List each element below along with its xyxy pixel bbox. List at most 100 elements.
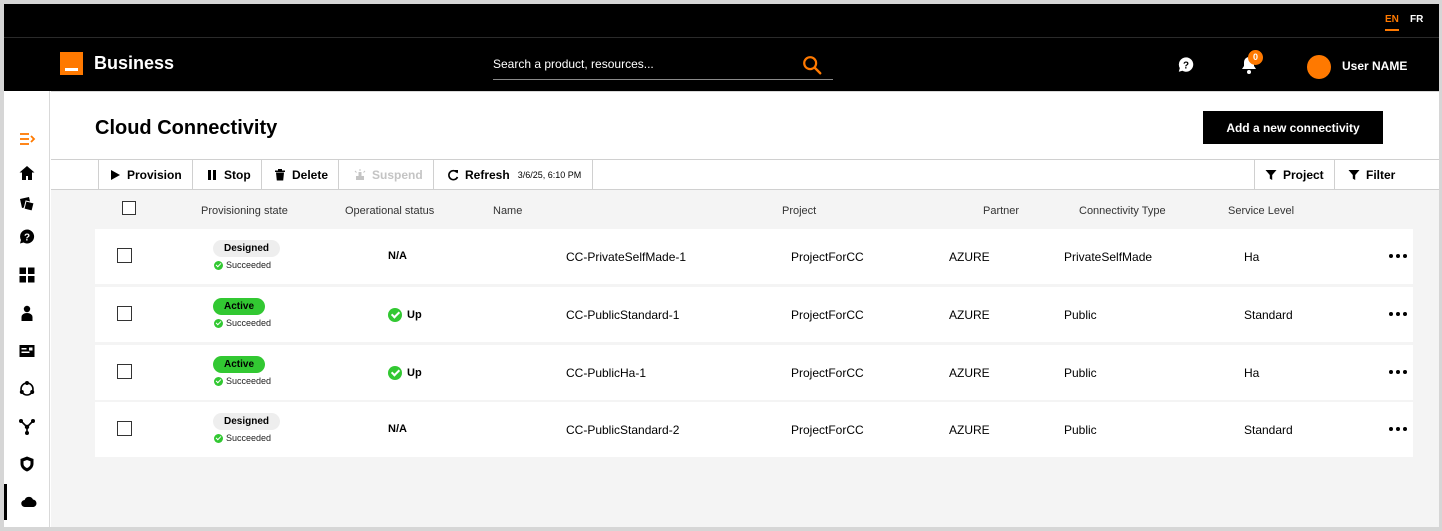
avatar[interactable] xyxy=(1307,55,1331,79)
row-checkbox[interactable] xyxy=(117,364,132,379)
column-header-service-level[interactable]: Service Level xyxy=(1228,205,1294,217)
refresh-button[interactable]: Refresh 3/6/25, 6:10 PM xyxy=(437,160,593,190)
row-actions-menu-button[interactable] xyxy=(1387,420,1409,438)
language-bar: EN FR xyxy=(4,4,1439,38)
sub-state-label: Succeeded xyxy=(226,260,272,270)
table-row[interactable]: Active Succeeded Up CC-PublicStandard-1 … xyxy=(95,287,1413,342)
more-dots-icon xyxy=(1396,427,1400,431)
sidebar-item-user[interactable] xyxy=(4,295,50,331)
row-checkbox[interactable] xyxy=(117,421,132,436)
name-cell[interactable]: CC-PublicHa-1 xyxy=(566,366,646,380)
connectivity-type-cell: Public xyxy=(1064,308,1097,322)
row-actions-menu-button[interactable] xyxy=(1387,305,1409,323)
provisioning-state-badge: Designed xyxy=(213,240,281,257)
help-icon: ? xyxy=(20,229,35,244)
shield-icon xyxy=(20,456,34,472)
name-cell[interactable]: CC-PublicStandard-1 xyxy=(566,308,679,322)
row-checkbox[interactable] xyxy=(117,306,132,321)
table-row[interactable]: Active Succeeded Up CC-PublicHa-1 Projec… xyxy=(95,345,1413,400)
check-circle-icon xyxy=(388,366,402,380)
column-header-project[interactable]: Project xyxy=(782,205,816,217)
more-dots-icon xyxy=(1389,312,1393,316)
sidebar-item-cloud[interactable] xyxy=(4,484,50,520)
tickets-icon xyxy=(20,197,35,212)
table-row[interactable]: Designed Succeeded N/A CC-PrivateSelfMad… xyxy=(95,229,1413,284)
search-icon[interactable] xyxy=(801,54,823,76)
provisioning-state-badge: Active xyxy=(213,356,266,373)
provisioning-sub-state: Succeeded xyxy=(214,376,271,386)
stop-label: Stop xyxy=(224,168,251,182)
filter-button[interactable]: Filter xyxy=(1338,160,1405,190)
sidebar-item-tickets[interactable] xyxy=(4,186,50,222)
dashboard-icon xyxy=(19,267,35,283)
column-header-partner[interactable]: Partner xyxy=(983,205,1019,217)
check-circle-icon xyxy=(388,308,402,322)
project-filter-button[interactable]: Project xyxy=(1254,160,1335,190)
name-cell[interactable]: CC-PublicStandard-2 xyxy=(566,423,679,437)
sidebar-item-dashboard[interactable] xyxy=(4,257,50,293)
more-dots-icon xyxy=(1389,370,1393,374)
provisioning-sub-state: Succeeded xyxy=(214,318,271,328)
operational-status: Up xyxy=(388,366,422,380)
more-dots-icon xyxy=(1389,427,1393,431)
actions-toolbar: Provision Stop Delete Suspend Refresh 3/… xyxy=(51,159,1439,190)
column-header-provisioning-state[interactable]: Provisioning state xyxy=(201,205,288,217)
operational-status-label: N/A xyxy=(388,423,407,435)
name-cell[interactable]: CC-PrivateSelfMade-1 xyxy=(566,250,686,264)
sidebar-item-security[interactable] xyxy=(4,446,50,482)
play-icon xyxy=(111,170,120,180)
language-en-link[interactable]: EN xyxy=(1385,14,1399,31)
filter-label: Filter xyxy=(1366,168,1396,182)
provisioning-state-badge: Active xyxy=(213,298,266,315)
language-fr-link[interactable]: FR xyxy=(1410,14,1423,25)
svg-text:?: ? xyxy=(24,233,30,244)
delete-button[interactable]: Delete xyxy=(264,160,340,190)
operational-status: N/A xyxy=(388,423,407,435)
refresh-timestamp: 3/6/25, 6:10 PM xyxy=(517,170,582,180)
orange-logo-icon[interactable] xyxy=(60,52,83,75)
more-dots-icon xyxy=(1389,254,1393,258)
refresh-label: Refresh xyxy=(465,168,510,182)
pause-icon xyxy=(208,170,216,180)
row-checkbox[interactable] xyxy=(117,248,132,263)
partner-cell: AZURE xyxy=(949,308,990,322)
brand-name[interactable]: Business xyxy=(94,53,174,74)
more-dots-icon xyxy=(1403,312,1407,316)
help-chat-icon[interactable]: ? xyxy=(1177,56,1195,74)
row-actions-menu-button[interactable] xyxy=(1387,247,1409,265)
project-filter-label: Project xyxy=(1283,168,1324,182)
connectivity-type-cell: Public xyxy=(1064,366,1097,380)
select-all-checkbox[interactable] xyxy=(122,201,136,215)
row-actions-menu-button[interactable] xyxy=(1387,363,1409,381)
column-header-connectivity-type[interactable]: Connectivity Type xyxy=(1079,205,1166,217)
project-cell: ProjectForCC xyxy=(791,366,864,380)
search-input[interactable] xyxy=(493,54,783,74)
table-row[interactable]: Designed Succeeded N/A CC-PublicStandard… xyxy=(95,402,1413,457)
service-level-cell: Standard xyxy=(1244,423,1293,437)
network-icon xyxy=(19,381,35,396)
column-header-operational-status[interactable]: Operational status xyxy=(345,205,434,217)
provision-button[interactable]: Provision xyxy=(99,160,193,190)
sidebar-item-help[interactable]: ? xyxy=(4,219,50,255)
service-level-cell: Standard xyxy=(1244,308,1293,322)
funnel-icon xyxy=(1265,170,1277,180)
project-cell: ProjectForCC xyxy=(791,308,864,322)
user-name[interactable]: User NAME xyxy=(1342,59,1407,73)
sidebar-item-topology[interactable] xyxy=(4,409,50,445)
stop-button[interactable]: Stop xyxy=(196,160,262,190)
sidebar-item-expand[interactable] xyxy=(4,121,50,157)
connectivity-type-cell: Public xyxy=(1064,423,1097,437)
user-icon xyxy=(21,305,33,321)
column-header-name[interactable]: Name xyxy=(493,205,522,217)
suspend-button[interactable]: Suspend xyxy=(344,160,434,190)
toolbar-spacer xyxy=(51,160,99,190)
project-cell: ProjectForCC xyxy=(791,423,864,437)
provision-label: Provision xyxy=(127,168,182,182)
add-connectivity-button[interactable]: Add a new connectivity xyxy=(1203,111,1383,144)
more-dots-icon xyxy=(1396,370,1400,374)
operational-status-label: Up xyxy=(407,367,422,379)
topology-icon xyxy=(19,419,35,435)
sidebar-item-network[interactable] xyxy=(4,371,50,407)
sidebar-item-id-card[interactable] xyxy=(4,333,50,369)
provisioning-state-badge: Designed xyxy=(213,413,281,430)
